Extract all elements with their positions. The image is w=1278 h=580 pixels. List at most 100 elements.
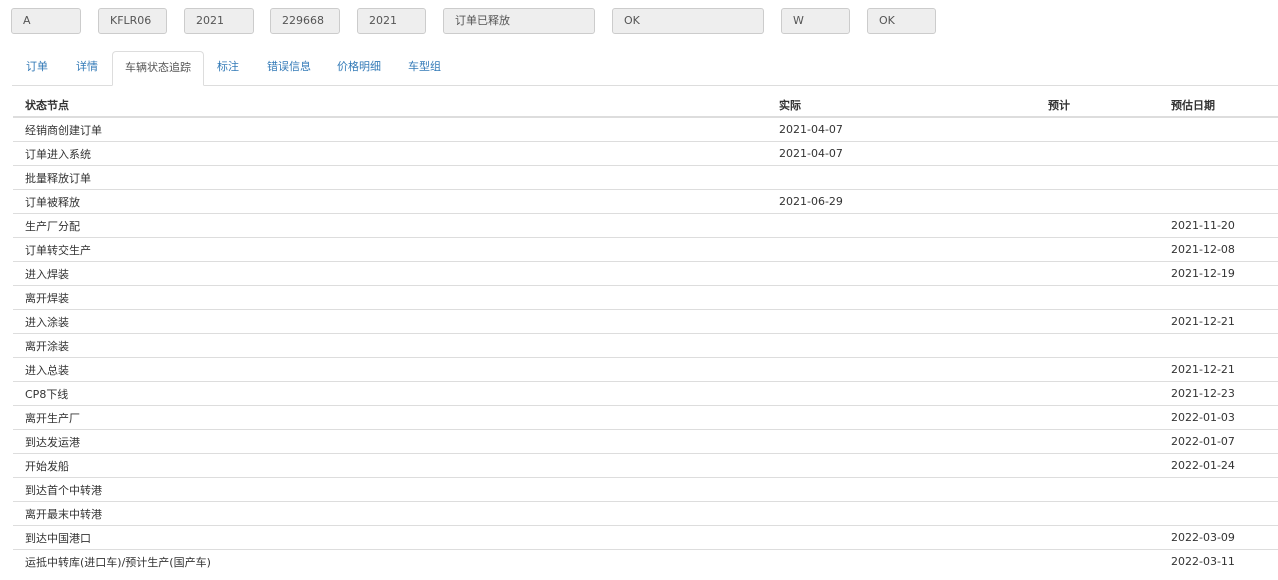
cell-estimated-date: 2022-01-24 [1159, 453, 1278, 478]
tab-price-details[interactable]: 价格明细 [325, 51, 393, 85]
cell-estimated-date: 2021-11-20 [1159, 213, 1278, 238]
table-row: 离开涂装 [13, 333, 1278, 358]
cell-actual [767, 549, 1036, 573]
tab-order[interactable]: 订单 [14, 51, 60, 85]
cell-actual [767, 357, 1036, 382]
cell-status-node: 开始发船 [13, 453, 767, 478]
cell-expected [1036, 213, 1159, 238]
table-row: 订单进入系统 2021-04-07 [13, 141, 1278, 166]
cell-status-node: 进入焊装 [13, 261, 767, 286]
cell-estimated-date [1159, 477, 1278, 502]
cell-expected [1036, 549, 1159, 573]
field-2[interactable]: KFLR06 [98, 8, 167, 34]
table-row: 离开最末中转港 [13, 501, 1278, 526]
field-4[interactable]: 229668 [270, 8, 340, 34]
field-9[interactable]: OK [867, 8, 936, 34]
cell-expected [1036, 189, 1159, 214]
table-row: 到达发运港 2022-01-07 [13, 429, 1278, 454]
table-row: 开始发船 2022-01-24 [13, 453, 1278, 478]
cell-actual [767, 405, 1036, 430]
field-6[interactable]: 订单已释放 [443, 8, 595, 34]
cell-status-node: 经销商创建订单 [25, 123, 102, 137]
table-row: 经销商创建订单 2021-04-07 [13, 117, 1278, 142]
cell-estimated-date [1159, 165, 1278, 190]
cell-status-node: 生产厂分配 [13, 213, 767, 238]
field-1[interactable]: A [11, 8, 81, 34]
table-row: 生产厂分配 2021-11-20 [13, 213, 1278, 238]
cell-expected [1036, 381, 1159, 406]
cell-estimated-date [1159, 189, 1278, 214]
cell-expected [1036, 501, 1159, 526]
cell-expected [1036, 477, 1159, 502]
cell-status-node: 订单转交生产 [13, 237, 767, 262]
cell-actual [767, 333, 1036, 358]
field-8[interactable]: W [781, 8, 850, 34]
cell-actual: 2021-04-07 [779, 123, 843, 136]
table-row: 到达首个中转港 [13, 477, 1278, 502]
tab-bar: 订单 详情 车辆状态追踪 标注 错误信息 价格明细 车型组 [12, 51, 1278, 86]
cell-actual [767, 165, 1036, 190]
cell-status-node: 进入涂装 [13, 309, 767, 334]
tab-error-info[interactable]: 错误信息 [255, 51, 323, 85]
cell-expected [1036, 333, 1159, 358]
cell-status-node: 离开生产厂 [13, 405, 767, 430]
cell-actual [767, 477, 1036, 502]
cell-actual [767, 237, 1036, 262]
cell-status-node: 订单被释放 [13, 189, 767, 214]
cell-actual [767, 501, 1036, 526]
table-row: 进入总装 2021-12-21 [13, 357, 1278, 382]
col-header-expected: 预计 [1036, 93, 1159, 118]
cell-actual [767, 525, 1036, 550]
table-row: CP8下线 2021-12-23 [13, 381, 1278, 406]
cell-estimated-date [1159, 141, 1278, 166]
cell-actual [767, 261, 1036, 286]
table-row: 进入涂装 2021-12-21 [13, 309, 1278, 334]
col-header-actual: 实际 [767, 93, 1036, 118]
cell-status-node: CP8下线 [13, 381, 767, 406]
cell-status-node: 离开焊装 [13, 285, 767, 310]
cell-actual [767, 285, 1036, 310]
table-row: 到达中国港口 2022-03-09 [13, 525, 1278, 550]
cell-expected [1036, 165, 1159, 190]
cell-estimated-date [1159, 117, 1278, 142]
field-3[interactable]: 2021 [184, 8, 254, 34]
cell-status-node: 批量释放订单 [13, 165, 767, 190]
cell-actual [767, 309, 1036, 334]
cell-estimated-date: 2022-01-07 [1159, 429, 1278, 454]
col-header-status-node: 状态节点 [13, 93, 767, 118]
cell-estimated-date [1159, 501, 1278, 526]
col-header-estimated-date: 预估日期 [1159, 93, 1278, 118]
field-7[interactable]: OK [612, 8, 764, 34]
cell-expected [1036, 117, 1159, 142]
cell-expected [1036, 525, 1159, 550]
tab-model-group[interactable]: 车型组 [396, 51, 453, 85]
tab-vehicle-tracking[interactable]: 车辆状态追踪 [112, 51, 204, 86]
table-row: 运抵中转库(进口车)/预计生产(国产车) 2022-03-11 [13, 549, 1278, 573]
cell-actual [767, 453, 1036, 478]
table-row: 批量释放订单 [13, 165, 1278, 190]
cell-actual [767, 429, 1036, 454]
cell-actual [767, 381, 1036, 406]
table-header-row: 状态节点 实际 预计 预估日期 [13, 93, 1278, 118]
table-row: 离开生产厂 2022-01-03 [13, 405, 1278, 430]
cell-expected [1036, 285, 1159, 310]
cell-estimated-date: 2022-03-11 [1159, 549, 1278, 573]
cell-estimated-date: 2021-12-19 [1159, 261, 1278, 286]
tab-annotation[interactable]: 标注 [205, 51, 251, 85]
table-row: 进入焊装 2021-12-19 [13, 261, 1278, 286]
cell-estimated-date: 2021-12-21 [1159, 309, 1278, 334]
cell-status-node: 到达发运港 [13, 429, 767, 454]
table-row: 离开焊装 [13, 285, 1278, 310]
cell-estimated-date: 2021-12-23 [1159, 381, 1278, 406]
table-row: 订单被释放 2021-06-29 [13, 189, 1278, 214]
cell-expected [1036, 141, 1159, 166]
cell-status-node: 离开涂装 [13, 333, 767, 358]
cell-expected [1036, 261, 1159, 286]
cell-estimated-date [1159, 285, 1278, 310]
cell-actual: 2021-06-29 [767, 189, 1036, 214]
cell-estimated-date: 2021-12-21 [1159, 357, 1278, 382]
tab-details[interactable]: 详情 [64, 51, 110, 85]
cell-expected [1036, 309, 1159, 334]
field-5[interactable]: 2021 [357, 8, 426, 34]
cell-status-node: 进入总装 [13, 357, 767, 382]
